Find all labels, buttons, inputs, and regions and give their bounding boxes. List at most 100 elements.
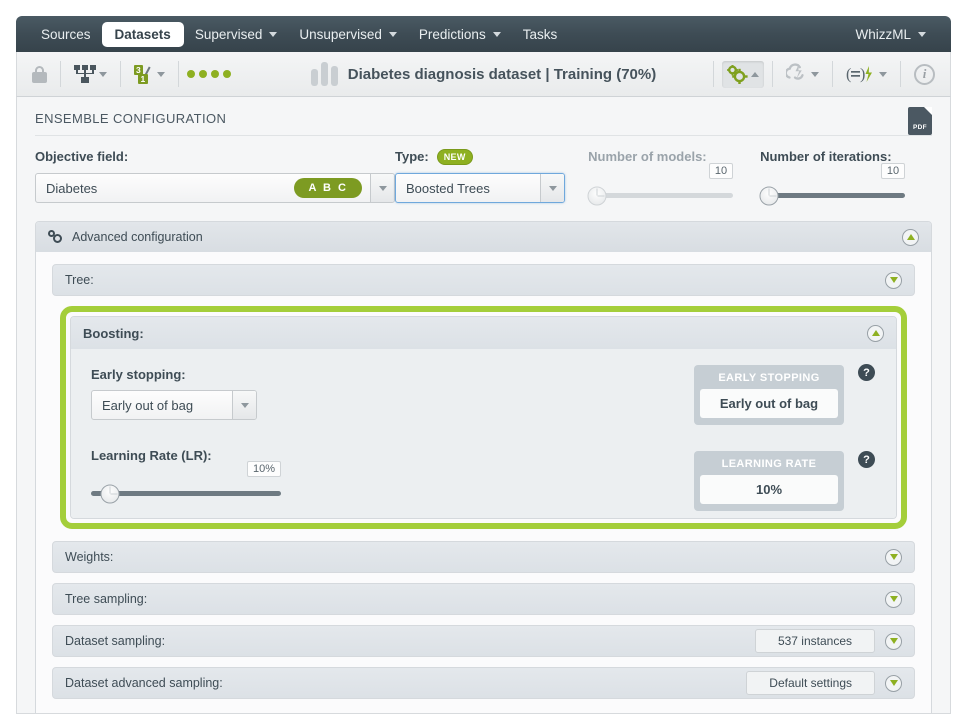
type-label: Type: — [395, 149, 429, 164]
nav-right: WhizzML — [844, 23, 937, 46]
expand-toggle[interactable] — [885, 548, 902, 566]
triangle-up-icon — [871, 330, 880, 336]
sampling-ratio-button[interactable]: 3 1 — [129, 61, 170, 88]
nav-item-unsupervised[interactable]: Unsupervised — [288, 23, 408, 46]
nav-item-predictions[interactable]: Predictions — [408, 23, 512, 46]
split-dataset-button[interactable] — [69, 61, 112, 87]
number-of-models-group: Number of models: 10 — [587, 148, 760, 205]
chevron-down-icon — [388, 31, 397, 37]
triangle-down-icon — [889, 596, 898, 602]
section-row-dataset-advanced-sampling[interactable]: Dataset advanced sampling: Default setti… — [52, 667, 915, 699]
objective-field-label: Objective field: — [35, 149, 129, 164]
batch-prediction-button[interactable] — [781, 59, 824, 90]
type-label-row: Type: NEW — [395, 148, 588, 165]
objective-field-value: Diabetes — [46, 180, 98, 196]
learning-rate-summary-caption: LEARNING RATE — [721, 458, 817, 470]
nav-item-datasets[interactable]: Datasets — [101, 21, 184, 47]
triangle-down-icon — [889, 680, 898, 686]
nav-label: Sources — [41, 26, 91, 42]
section-row-weights[interactable]: Weights: — [52, 541, 915, 573]
boosting-title: Boosting: — [83, 325, 144, 341]
slider-knob[interactable] — [587, 186, 607, 205]
expand-toggle[interactable] — [885, 590, 902, 608]
type-select[interactable]: Boosted Trees — [395, 173, 565, 203]
advanced-configuration-title-group: Advanced configuration — [48, 230, 203, 244]
dataset-toolbar: 3 1 Diabetes diagnosis dataset | Trainin… — [16, 52, 951, 97]
configure-button[interactable] — [722, 60, 764, 88]
slider-track[interactable] — [759, 186, 906, 205]
toolbar-divider — [120, 61, 121, 87]
early-stopping-select[interactable]: Early out of bag — [91, 390, 257, 420]
nav-item-supervised[interactable]: Supervised — [184, 23, 289, 46]
section-label: Weights: — [65, 550, 114, 564]
dataset-title: Diabetes diagnosis dataset | Training (7… — [347, 65, 657, 83]
toolbar-divider — [832, 61, 833, 87]
collapse-toggle[interactable] — [867, 324, 884, 342]
objective-field-select[interactable]: Diabetes A B C — [35, 173, 395, 203]
boosting-block: Boosting: Early stopping: Early out of b… — [70, 316, 897, 519]
dataset-bars-icon — [310, 62, 338, 86]
toolbar-divider — [713, 61, 714, 87]
toolbar-divider — [60, 61, 61, 87]
triangle-up-icon — [906, 234, 915, 240]
chevron-down-icon — [879, 71, 887, 77]
account-label: WhizzML — [855, 26, 911, 42]
chevron-down-icon — [492, 31, 501, 37]
slider-track[interactable] — [91, 484, 281, 503]
number-of-iterations-slider[interactable]: 10 — [759, 163, 906, 205]
early-stopping-summary-value: Early out of bag — [700, 389, 838, 418]
slider-track[interactable] — [587, 186, 734, 205]
learning-rate-help-icon[interactable]: ? — [858, 451, 875, 468]
boosting-highlight: Boosting: Early stopping: Early out of b… — [60, 306, 907, 529]
script-lightning-icon: ( ) — [846, 65, 876, 83]
pdf-label: PDF — [913, 124, 927, 131]
chevron-up-icon — [751, 71, 759, 77]
advanced-configuration-header[interactable]: Advanced configuration — [36, 222, 931, 252]
nav-item-tasks[interactable]: Tasks — [512, 23, 569, 46]
advanced-configuration-block: Advanced configuration Tree: Boosting: E… — [35, 221, 932, 713]
section-label: Tree: — [65, 273, 94, 287]
section-row-tree-sampling[interactable]: Tree sampling: — [52, 583, 915, 615]
lock-icon — [32, 65, 47, 83]
download-pdf-button[interactable]: PDF — [908, 107, 932, 135]
info-button[interactable]: i — [909, 60, 940, 89]
dropdown-arrow[interactable] — [232, 391, 256, 419]
config-row: Objective field: Diabetes A B C Type: NE… — [17, 136, 950, 205]
section-row-dataset-sampling[interactable]: Dataset sampling: 537 instances — [52, 625, 915, 657]
dropdown-arrow[interactable] — [370, 174, 394, 202]
chevron-down-icon — [269, 31, 278, 37]
learning-rate-summary-value: 10% — [700, 475, 838, 504]
chevron-down-icon — [157, 71, 165, 77]
nav-label: Predictions — [418, 26, 486, 42]
chevron-down-icon — [548, 185, 557, 191]
privacy-lock-button[interactable] — [27, 62, 52, 87]
learning-rate-summary: LEARNING RATE 10% — [694, 451, 844, 511]
chevron-down-icon — [918, 31, 926, 37]
app-window: Sources Datasets Supervised Unsupervised… — [0, 0, 967, 714]
expand-toggle[interactable] — [885, 674, 902, 692]
nav-item-sources[interactable]: Sources — [30, 23, 102, 46]
triangle-down-icon — [889, 638, 898, 644]
nav-items: Sources Datasets Supervised Unsupervised… — [30, 21, 569, 47]
dataset-status-dots — [187, 70, 231, 78]
section-row-tree[interactable]: Tree: — [52, 264, 915, 296]
slider-knob[interactable] — [100, 484, 120, 503]
dropdown-arrow[interactable] — [540, 174, 564, 202]
number-of-models-slider[interactable]: 10 — [587, 163, 734, 205]
dataset-sampling-chip: 537 instances — [754, 629, 875, 653]
expand-toggle[interactable] — [885, 271, 902, 289]
script-button[interactable]: ( ) — [841, 61, 892, 87]
nav-item-account[interactable]: WhizzML — [844, 23, 937, 46]
advanced-configuration-body: Tree: Boosting: Early stopping: Early ou… — [36, 252, 931, 713]
collapse-toggle[interactable] — [902, 228, 919, 246]
nav-label: Tasks — [522, 26, 558, 42]
early-stopping-help-icon[interactable]: ? — [858, 364, 875, 381]
learning-rate-slider[interactable]: 10% — [91, 461, 281, 503]
expand-toggle[interactable] — [885, 632, 902, 650]
slider-knob[interactable] — [759, 186, 779, 205]
chevron-down-icon — [99, 71, 107, 77]
number-of-iterations-label: Number of iterations: — [760, 149, 892, 164]
boosting-body: Early stopping: Early out of bag Learnin… — [71, 349, 896, 518]
boosting-header[interactable]: Boosting: — [71, 317, 896, 349]
ratio-denominator: 1 — [138, 73, 148, 84]
